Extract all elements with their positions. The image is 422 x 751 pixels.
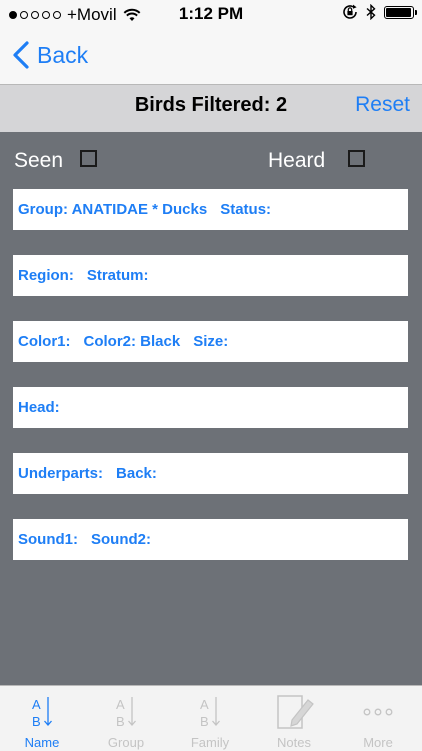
filter-row-sounds[interactable]: Sound1: Sound2:: [13, 519, 408, 560]
color1-filter-label: Color1:: [18, 333, 71, 350]
tab-more-label: More: [363, 735, 393, 750]
head-filter-label: Head:: [18, 399, 60, 416]
filter-row-region-stratum[interactable]: Region: Stratum:: [13, 255, 408, 296]
back-filter-label: Back:: [116, 465, 157, 482]
region-filter-label: Region:: [18, 267, 74, 284]
tab-more[interactable]: More: [336, 686, 420, 751]
filter-row-group-status[interactable]: Group: ANATIDAE * Ducks Status:: [13, 189, 408, 230]
rotation-lock-icon: [343, 4, 357, 19]
heard-checkbox[interactable]: [348, 150, 365, 167]
status-filter-label: Status:: [220, 201, 272, 218]
svg-text:A: A: [200, 697, 209, 712]
tab-notes[interactable]: Notes: [252, 686, 336, 751]
tab-bar: A B Name A B Group A B Family Notes More: [0, 685, 422, 751]
tab-name-label: Name: [24, 735, 60, 750]
underparts-filter-label: Underparts:: [18, 465, 104, 482]
reset-button[interactable]: Reset: [355, 93, 410, 117]
color2-filter-label: Color2: Black: [83, 333, 181, 350]
tab-group-label: Group: [107, 735, 145, 750]
back-label: Back: [37, 41, 89, 68]
size-filter-label: Size:: [193, 333, 229, 350]
status-right: [342, 4, 417, 20]
chevron-left-icon: [13, 41, 29, 69]
sort-ab-icon: A B: [32, 697, 52, 729]
svg-text:B: B: [200, 714, 209, 729]
battery-icon: [384, 5, 417, 19]
notes-pencil-icon: [277, 695, 314, 729]
seen-checkbox[interactable]: [80, 150, 97, 167]
svg-text:A: A: [116, 697, 125, 712]
sound2-filter-label: Sound2:: [91, 531, 151, 548]
stratum-filter-label: Stratum:: [86, 267, 149, 284]
group-filter-label: Group: ANATIDAE * Ducks: [18, 201, 208, 218]
status-bar: +Movil 1:12 PM: [0, 0, 422, 28]
filter-header: Birds Filtered: 2 Reset: [0, 85, 422, 132]
sound1-filter-label: Sound1:: [18, 531, 78, 548]
seen-label: Seen: [14, 149, 64, 172]
tab-notes-label: Notes: [277, 735, 311, 750]
svg-text:B: B: [116, 714, 125, 729]
svg-text:A: A: [32, 697, 41, 712]
heard-label: Heard: [268, 149, 326, 172]
more-dots-icon: [363, 708, 393, 716]
svg-text:B: B: [32, 714, 41, 729]
filter-row-colors-size[interactable]: Color1: Color2: Black Size:: [13, 321, 408, 362]
sort-ab-icon: A B: [200, 697, 220, 729]
tab-group[interactable]: A B Group: [84, 686, 168, 751]
filter-row-underparts-back[interactable]: Underparts: Back:: [13, 453, 408, 494]
back-button[interactable]: Back: [9, 40, 88, 70]
tab-name[interactable]: A B Name: [0, 686, 84, 751]
bluetooth-icon: [366, 4, 376, 20]
tab-family-label: Family: [190, 735, 230, 750]
sort-ab-icon: A B: [116, 697, 136, 729]
filter-row-head[interactable]: Head:: [13, 387, 408, 428]
tab-family[interactable]: A B Family: [168, 686, 252, 751]
navigation-bar: Back: [0, 28, 422, 85]
